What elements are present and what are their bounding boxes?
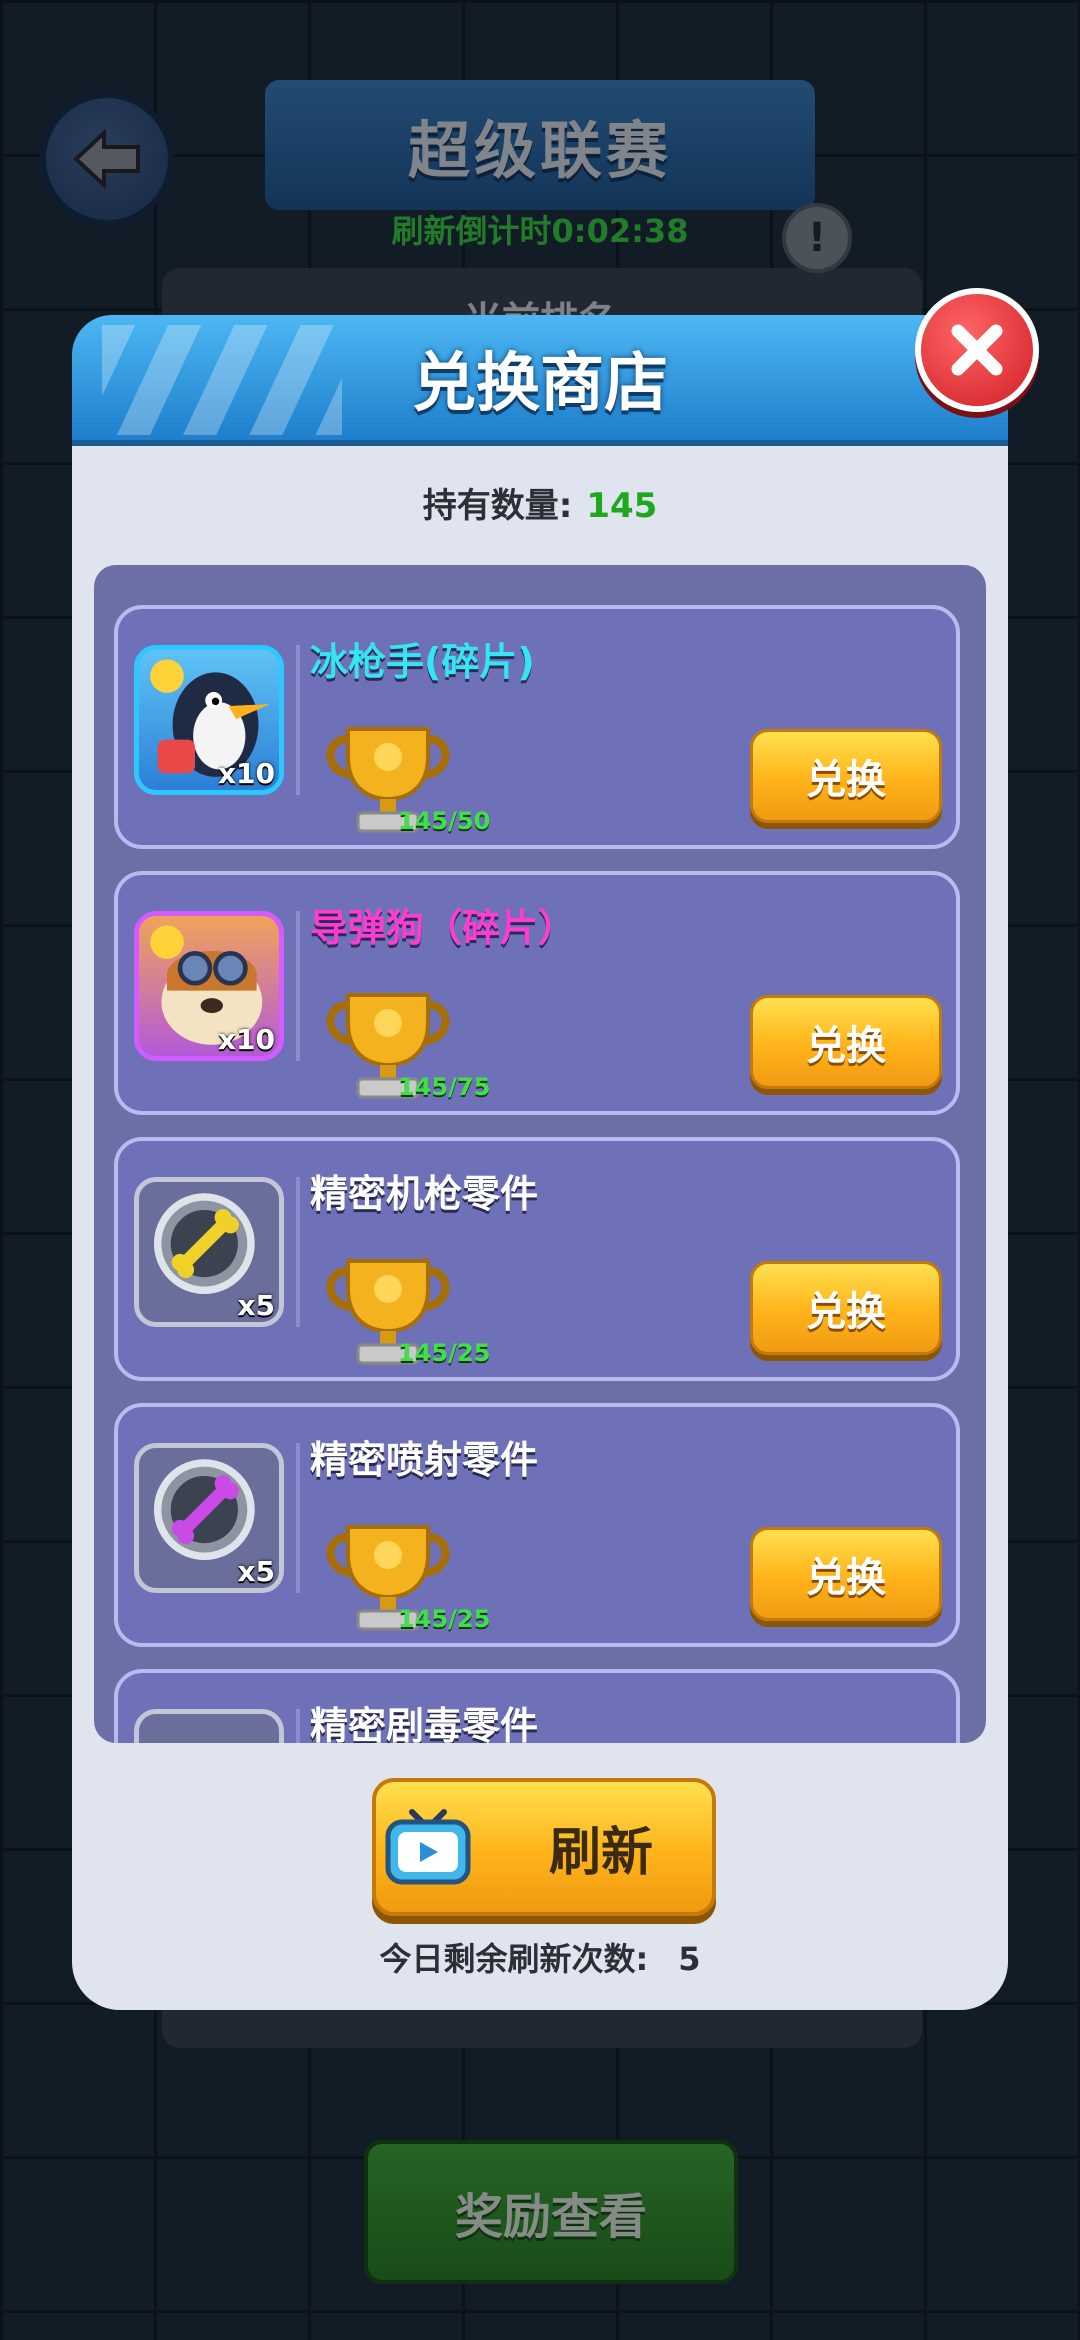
refresh-button[interactable]: 刷新 — [372, 1778, 716, 1916]
item-divider — [296, 1443, 300, 1593]
held-quantity-label: 持有数量: — [422, 486, 573, 526]
held-quantity: 持有数量: 145 — [0, 478, 1080, 527]
item-name: 冰枪手(碎片) — [310, 640, 535, 684]
item-name: 精密剧毒零件 — [310, 1704, 539, 1743]
item-cost: 145/50 — [398, 807, 491, 835]
part-icon — [134, 1709, 284, 1743]
item-divider — [296, 1177, 300, 1327]
exchange-button[interactable]: 兑换 — [750, 995, 942, 1089]
item-name: 精密机枪零件 — [310, 1172, 539, 1216]
shop-item: x5 精密机枪零件 145/25 兑换 — [114, 1137, 960, 1381]
goggle-dog-hero-icon: x10 — [134, 911, 284, 1061]
shop-item: x10 冰枪手(碎片) 145/50 兑换 — [114, 605, 960, 849]
penguin-hero-icon: x10 — [134, 645, 284, 795]
modal-header: 兑换商店 — [72, 315, 1008, 440]
close-button[interactable] — [915, 288, 1039, 412]
exchange-button[interactable]: 兑换 — [750, 1527, 942, 1621]
remaining-refreshes: 今日剩余刷新次数: 5 — [0, 1934, 1080, 1980]
remaining-refreshes-value: 5 — [678, 1940, 701, 1978]
yellow-bone-part-icon: x5 — [134, 1177, 284, 1327]
refresh-label: 刷新 — [548, 1822, 653, 1883]
shop-item: x5 精密喷射零件 145/25 兑换 — [114, 1403, 960, 1647]
item-cost: 145/25 — [398, 1605, 491, 1633]
item-quantity: x5 — [237, 1555, 275, 1588]
item-quantity: x5 — [237, 1289, 275, 1322]
shop-item: 精密剧毒零件 — [114, 1669, 960, 1743]
item-divider — [296, 1709, 300, 1743]
remaining-refreshes-label: 今日剩余刷新次数: — [379, 1940, 649, 1978]
item-name: 导弹狗（碎片） — [310, 906, 577, 950]
purple-bone-part-icon: x5 — [134, 1443, 284, 1593]
item-divider — [296, 911, 300, 1061]
close-icon — [951, 324, 1003, 376]
tv-video-icon — [385, 1809, 471, 1885]
exchange-button[interactable]: 兑换 — [750, 1261, 942, 1355]
item-cost: 145/75 — [398, 1073, 491, 1101]
item-quantity: x10 — [217, 757, 275, 790]
item-divider — [296, 645, 300, 795]
shop-item: x10 导弹狗（碎片） 145/75 兑换 — [114, 871, 960, 1115]
shop-item-list[interactable]: x10 冰枪手(碎片) 145/50 兑换 x10 导弹狗（碎片） 145/75… — [94, 565, 986, 1743]
item-quantity: x10 — [217, 1023, 275, 1056]
exchange-button[interactable]: 兑换 — [750, 729, 942, 823]
held-quantity-value: 145 — [586, 486, 658, 526]
modal-title: 兑换商店 — [412, 346, 668, 421]
item-name: 精密喷射零件 — [310, 1438, 539, 1482]
item-cost: 145/25 — [398, 1339, 491, 1367]
